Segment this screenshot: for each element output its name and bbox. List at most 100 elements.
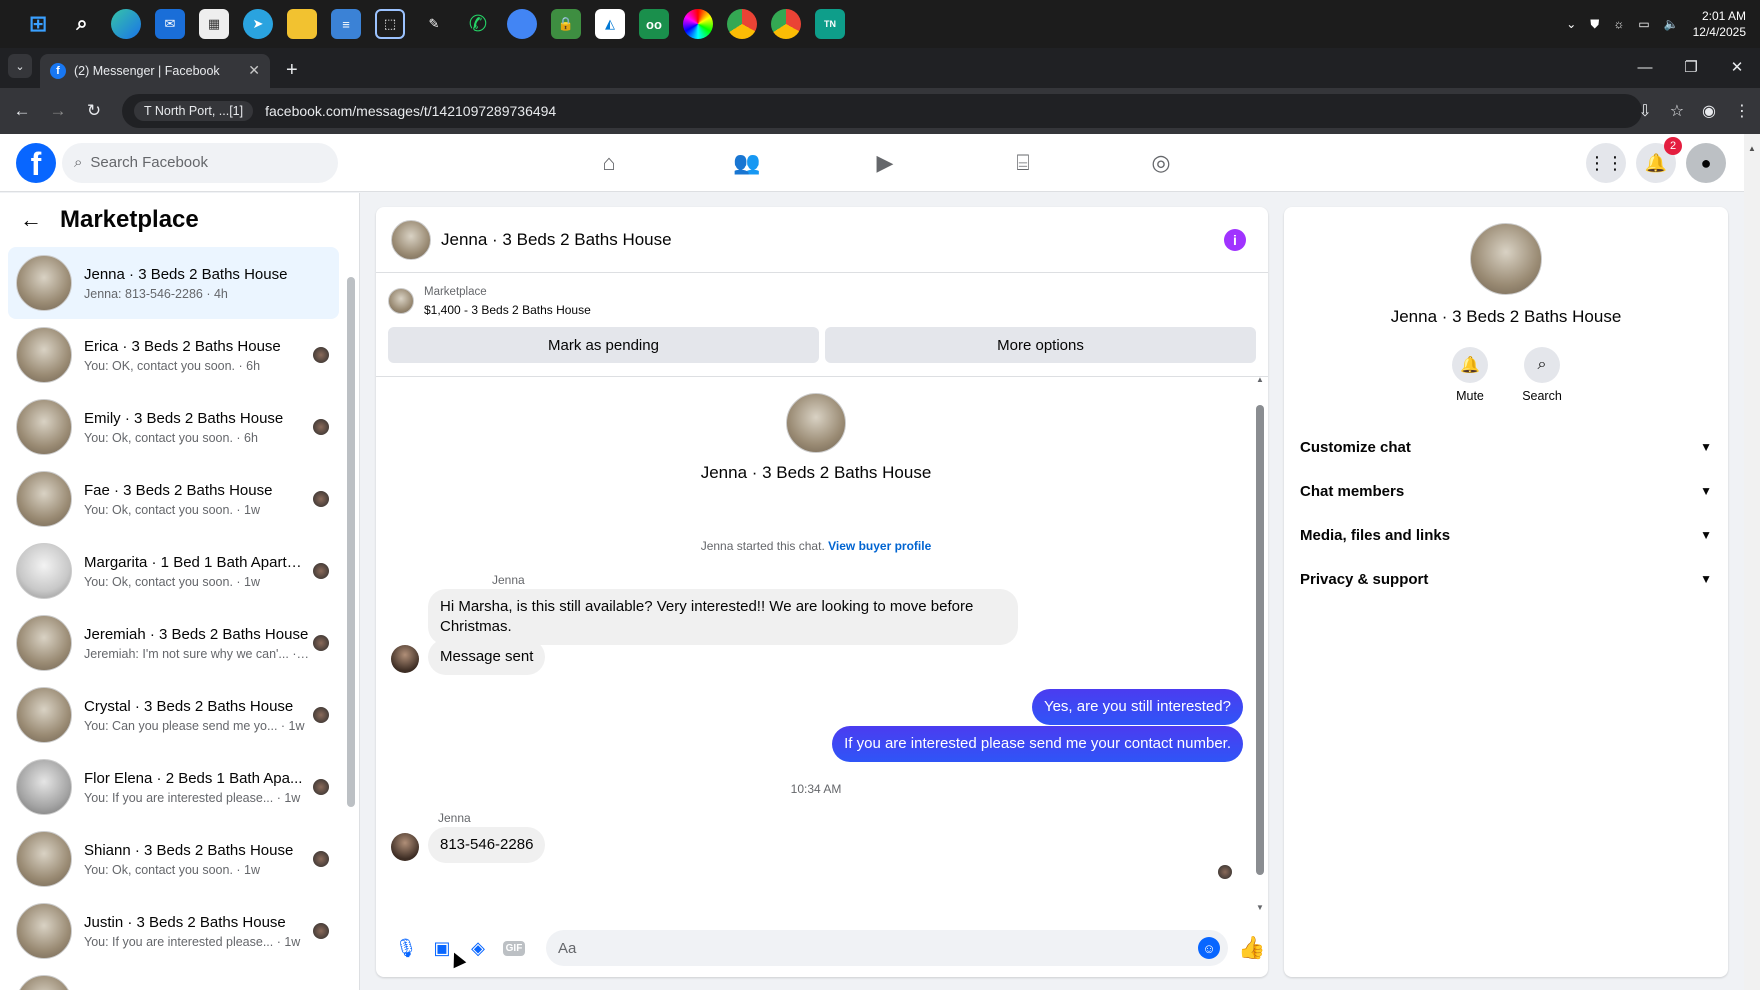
clock[interactable]: 2:01 AM 12/4/2025 xyxy=(1693,8,1746,40)
snipping-icon[interactable]: ⬚ xyxy=(375,9,405,39)
details-avatar[interactable] xyxy=(1470,223,1542,295)
inkscape-icon[interactable]: ✎ xyxy=(419,9,449,39)
video-nav-icon[interactable]: ▶ xyxy=(816,134,954,192)
message-input[interactable]: Aa ☺ xyxy=(546,930,1228,966)
account-avatar[interactable]: ● xyxy=(1686,143,1726,183)
chrome-profile-icon[interactable] xyxy=(771,9,801,39)
conversation-item[interactable]: Fae · 3 Beds 2 Baths House You: Ok, conta… xyxy=(0,463,359,535)
mute-button[interactable]: 🔔 Mute xyxy=(1452,347,1488,403)
notifications-bell-icon[interactable]: 🔔 2 xyxy=(1636,137,1682,183)
conversation-item[interactable]: Jenna · 3 Beds 2 Baths House Jenna: 813-5… xyxy=(8,247,339,319)
page-scrollbar[interactable]: ▲ xyxy=(1744,134,1760,990)
incoming-message[interactable]: 813-546-2286 xyxy=(428,827,546,863)
conversation-item[interactable]: Summer · 3 Beds 2 Baths House xyxy=(0,967,359,990)
conversation-item[interactable]: Flor Elena · 2 Beds 1 Bath Apa... You: If… xyxy=(0,751,359,823)
home-nav-icon[interactable]: ⌂ xyxy=(540,134,678,192)
new-tab-button[interactable]: + xyxy=(286,59,298,82)
groups-nav-icon[interactable]: ◎ xyxy=(1092,134,1230,192)
bookmark-star-icon[interactable]: ☆ xyxy=(1670,101,1684,121)
thumbs-up-icon[interactable]: 👍 xyxy=(1238,935,1265,961)
scroll-up-icon[interactable]: ▲ xyxy=(1748,144,1756,153)
chevron-up-icon[interactable]: ⌄ xyxy=(1566,17,1576,31)
windows-start-icon[interactable]: ⊞ xyxy=(23,9,53,39)
marketplace-nav-icon[interactable]: ⌸ xyxy=(954,134,1092,192)
listing-description[interactable]: $1,400 - 3 Beds 2 Baths House xyxy=(424,301,591,319)
chat-scrollbar[interactable]: ▲ ▼ xyxy=(1256,375,1264,915)
sender-avatar[interactable] xyxy=(391,645,419,673)
url-text[interactable]: facebook.com/messages/t/1421097289736494 xyxy=(265,103,556,119)
sender-avatar[interactable] xyxy=(391,833,419,861)
display-icon[interactable]: ▭ xyxy=(1638,17,1649,31)
file-explorer-icon[interactable] xyxy=(287,9,317,39)
facebook-logo[interactable]: f xyxy=(16,142,56,183)
outgoing-message[interactable]: Yes, are you still interested? xyxy=(1031,689,1243,725)
install-app-icon[interactable]: ⇩ xyxy=(1638,101,1651,121)
telegram-icon[interactable]: ➤ xyxy=(243,9,273,39)
restore-button[interactable]: ❐ xyxy=(1668,48,1714,88)
conversation-item[interactable]: Margarita · 1 Bed 1 Bath Apartm... You: O… xyxy=(0,535,359,607)
facebook-search-input[interactable]: ⌕ Search Facebook xyxy=(62,142,338,183)
customize-chat-section[interactable]: Customize chat ▼ xyxy=(1298,425,1714,469)
reload-button[interactable]: ↻ xyxy=(76,101,112,121)
scrollbar-thumb[interactable] xyxy=(347,277,355,807)
conversation-item[interactable]: Emily · 3 Beds 2 Baths House You: Ok, con… xyxy=(0,391,359,463)
menu-grid-icon[interactable]: ⋮⋮ xyxy=(1586,143,1626,183)
back-button[interactable]: ← xyxy=(4,101,40,121)
conversation-item[interactable]: Erica · 3 Beds 2 Baths House You: OK, con… xyxy=(0,319,359,391)
conversation-item[interactable]: Shiann · 3 Beds 2 Baths House You: Ok, co… xyxy=(0,823,359,895)
tn-app-icon[interactable]: TN xyxy=(815,9,845,39)
conversation-info-icon[interactable]: i xyxy=(1224,229,1246,251)
friends-nav-icon[interactable]: 👥 xyxy=(678,134,816,192)
chrome-canary-icon[interactable] xyxy=(507,9,537,39)
conversation-list-scrollbar[interactable] xyxy=(347,247,355,987)
color-picker-icon[interactable] xyxy=(683,9,713,39)
scroll-up-icon[interactable]: ▲ xyxy=(1256,375,1264,384)
outgoing-message[interactable]: If you are interested please send me you… xyxy=(832,726,1243,762)
incoming-message[interactable]: Hi Marsha, is this still available? Very… xyxy=(428,589,1018,645)
tab-search-dropdown[interactable]: ⌄ xyxy=(8,54,32,78)
volume-icon[interactable]: 🔈 xyxy=(1664,17,1679,31)
store-icon[interactable]: ▦ xyxy=(199,9,229,39)
back-arrow-icon[interactable]: ← xyxy=(20,207,42,233)
notepad-icon[interactable]: ≡ xyxy=(331,9,361,39)
emoji-icon[interactable]: ☺ xyxy=(1198,937,1220,959)
privacy-support-section[interactable]: Privacy & support ▼ xyxy=(1298,557,1714,601)
chrome-icon[interactable] xyxy=(727,9,757,39)
more-options-button[interactable]: More options xyxy=(825,327,1256,363)
mark-as-pending-button[interactable]: Mark as pending xyxy=(388,327,819,363)
gif-icon[interactable]: GIF xyxy=(496,930,532,966)
incoming-message[interactable]: Message sent xyxy=(428,639,546,675)
brightness-icon[interactable]: ☼ xyxy=(1613,17,1624,31)
chrome-menu-icon[interactable]: ⋮ xyxy=(1734,101,1750,121)
outlook-icon[interactable]: ✉ xyxy=(155,9,185,39)
chat-scrollbar-thumb[interactable] xyxy=(1256,405,1264,875)
keepass-icon[interactable]: 🔒 xyxy=(551,9,581,39)
browser-tab[interactable]: f (2) Messenger | Facebook ✕ xyxy=(40,54,270,88)
whatsapp-icon[interactable]: ✆ xyxy=(463,9,493,39)
security-icon[interactable]: ⛊ xyxy=(1590,17,1599,32)
chat-avatar[interactable] xyxy=(391,219,431,260)
search-conversation-button[interactable]: ⌕ Search xyxy=(1522,347,1562,403)
edge-icon[interactable] xyxy=(111,9,141,39)
close-tab-icon[interactable]: ✕ xyxy=(248,62,260,79)
listing-thumbnail[interactable] xyxy=(388,288,414,314)
scroll-down-icon[interactable]: ▼ xyxy=(1256,903,1264,912)
microphone-icon[interactable]: 🎙 xyxy=(388,930,424,966)
omnibox[interactable]: T North Port, ...[1] facebook.com/messag… xyxy=(122,94,1642,128)
conversation-item[interactable]: Jeremiah · 3 Beds 2 Baths House Jeremiah:… xyxy=(0,607,359,679)
search-icon[interactable]: ⌕ xyxy=(67,9,97,39)
chat-members-section[interactable]: Chat members ▼ xyxy=(1298,469,1714,513)
conversation-item[interactable]: Crystal · 3 Beds 2 Baths House You: Can y… xyxy=(0,679,359,751)
conversation-item[interactable]: Justin · 3 Beds 2 Baths House You: If you… xyxy=(0,895,359,967)
site-info-chip[interactable]: T North Port, ...[1] xyxy=(134,101,254,121)
profile-icon[interactable]: ◉ xyxy=(1702,101,1716,121)
voicemail-icon[interactable]: oo xyxy=(639,9,669,39)
chat-title[interactable]: Jenna · 3 Beds 2 Baths House xyxy=(441,230,672,250)
intro-avatar[interactable] xyxy=(786,393,846,453)
forward-button[interactable]: → xyxy=(40,101,76,121)
minimize-button[interactable]: — xyxy=(1622,48,1668,88)
azure-icon[interactable]: ◭ xyxy=(595,9,625,39)
media-files-links-section[interactable]: Media, files and links ▼ xyxy=(1298,513,1714,557)
close-window-button[interactable]: ✕ xyxy=(1714,48,1760,88)
view-buyer-profile-link[interactable]: View buyer profile xyxy=(828,539,931,553)
